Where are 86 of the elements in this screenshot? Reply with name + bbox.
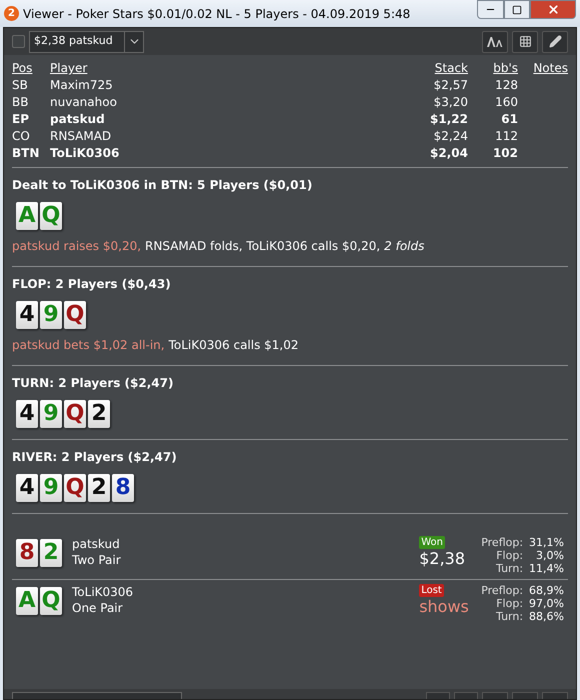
playing-card: Q xyxy=(40,587,62,615)
equity-label: Preflop: xyxy=(481,536,524,549)
playing-card: Q xyxy=(64,474,86,502)
playing-card: 8 xyxy=(112,474,134,502)
playing-card: 2 xyxy=(40,539,62,567)
font-size-icon xyxy=(487,36,503,46)
edit-button[interactable] xyxy=(542,30,568,52)
column-header[interactable]: Pos xyxy=(12,60,50,77)
player-dropdown[interactable]: $2,38 patskud xyxy=(29,30,144,52)
playing-card: Q xyxy=(64,400,86,428)
street-title: FLOP: 2 Players ($0,43) xyxy=(12,276,172,293)
column-header[interactable]: bb's xyxy=(468,60,518,77)
action-text: RNSAMAD folds, ToLiK0306 calls $0,20, xyxy=(145,238,380,255)
result-badge: Won xyxy=(419,536,445,549)
grid-icon xyxy=(518,35,532,48)
equity-label: Flop: xyxy=(495,597,524,610)
table-cell-text: $1,22 xyxy=(429,111,468,128)
grid-button[interactable] xyxy=(512,30,538,52)
player-name: patskud xyxy=(72,536,121,552)
result-badge: Lost xyxy=(419,584,444,597)
pencil-icon xyxy=(548,35,562,48)
action-text: 2 folds xyxy=(384,238,424,255)
action-text: patskud bets $1,02 all-in, xyxy=(12,337,165,354)
column-header[interactable]: Player xyxy=(50,60,408,77)
action-text: patskud raises $0,20, xyxy=(12,238,142,255)
table-cell-text: 112 xyxy=(494,128,518,145)
result-amount: $2,38 xyxy=(419,549,466,569)
equity-value: 68,9% xyxy=(529,584,564,597)
column-header[interactable]: Stack xyxy=(408,60,468,77)
playing-card: 9 xyxy=(40,400,62,428)
hand-rank: One Pair xyxy=(72,600,124,616)
playing-card: 9 xyxy=(40,474,62,502)
table-cell-text: CO xyxy=(12,128,31,145)
playing-card: 8 xyxy=(16,539,38,567)
equity-value: 31,1% xyxy=(529,536,564,549)
playing-card: 2 xyxy=(88,400,110,428)
table-cell-text: $3,20 xyxy=(432,94,468,111)
app-badge: 2 xyxy=(4,6,19,21)
window-title: Viewer - Poker Stars $0.01/0.02 NL - 5 Players - 04.09.2019 5:48 xyxy=(23,6,412,22)
playing-card: A xyxy=(16,587,38,615)
playing-card: 2 xyxy=(88,474,110,502)
equity-value: 11,4% xyxy=(529,562,564,575)
table-cell-text: 61 xyxy=(500,111,518,128)
result-amount: shows xyxy=(419,597,469,617)
table-cell-text: ToLiK0306 xyxy=(50,145,120,162)
playing-card: 4 xyxy=(16,400,38,428)
table-cell-text: SB xyxy=(12,77,29,94)
font-size-button[interactable] xyxy=(482,30,508,52)
table-cell-text: BB xyxy=(12,94,30,111)
player-name: ToLiK0306 xyxy=(72,584,134,600)
playing-card: 4 xyxy=(16,301,38,329)
maximize-button[interactable] xyxy=(504,0,530,19)
equity-label: Turn: xyxy=(495,562,524,575)
table-cell-text: $2,24 xyxy=(432,128,468,145)
table-cell-text: RNSAMAD xyxy=(50,128,112,145)
column-header[interactable]: Notes xyxy=(518,60,568,77)
street-title: TURN: 2 Players ($2,47) xyxy=(12,375,174,392)
table-cell-text: nuvanahoo xyxy=(50,94,118,111)
table-cell-text: $2,04 xyxy=(429,145,468,162)
table-cell-text: 128 xyxy=(494,77,518,94)
equity-value: 97,0% xyxy=(529,597,564,610)
close-button[interactable] xyxy=(530,0,576,19)
playing-card: Q xyxy=(64,301,86,329)
table-cell-text: patskud xyxy=(50,111,106,128)
equity-label: Turn: xyxy=(495,610,524,623)
equity-value: 3,0% xyxy=(535,549,564,562)
hand-rank: Two Pair xyxy=(72,552,122,568)
table-cell-text: EP xyxy=(12,111,30,128)
table-cell-text: $2,57 xyxy=(432,77,468,94)
equity-label: Flop: xyxy=(495,549,524,562)
table-cell-text: 102 xyxy=(492,145,518,162)
table-cell-text: BTN xyxy=(12,145,40,162)
close-icon xyxy=(546,3,560,16)
playing-card: 4 xyxy=(16,474,38,502)
table-cell-text: Maxim725 xyxy=(50,77,114,94)
playing-card: A xyxy=(16,202,38,230)
action-text: ToLiK0306 calls $1,02 xyxy=(168,337,299,354)
street-title: Dealt to ToLiK0306 in BTN: 5 Players ($0,01) xyxy=(12,177,314,194)
street-title: RIVER: 2 Players ($2,47) xyxy=(12,449,178,466)
playing-card: 9 xyxy=(40,301,62,329)
maximize-icon xyxy=(512,4,522,14)
table-cell-text: 160 xyxy=(494,94,518,111)
equity-label: Preflop: xyxy=(481,584,524,597)
checkbox[interactable] xyxy=(12,35,25,48)
playing-card: Q xyxy=(40,202,62,230)
equity-value: 88,6% xyxy=(529,610,564,623)
